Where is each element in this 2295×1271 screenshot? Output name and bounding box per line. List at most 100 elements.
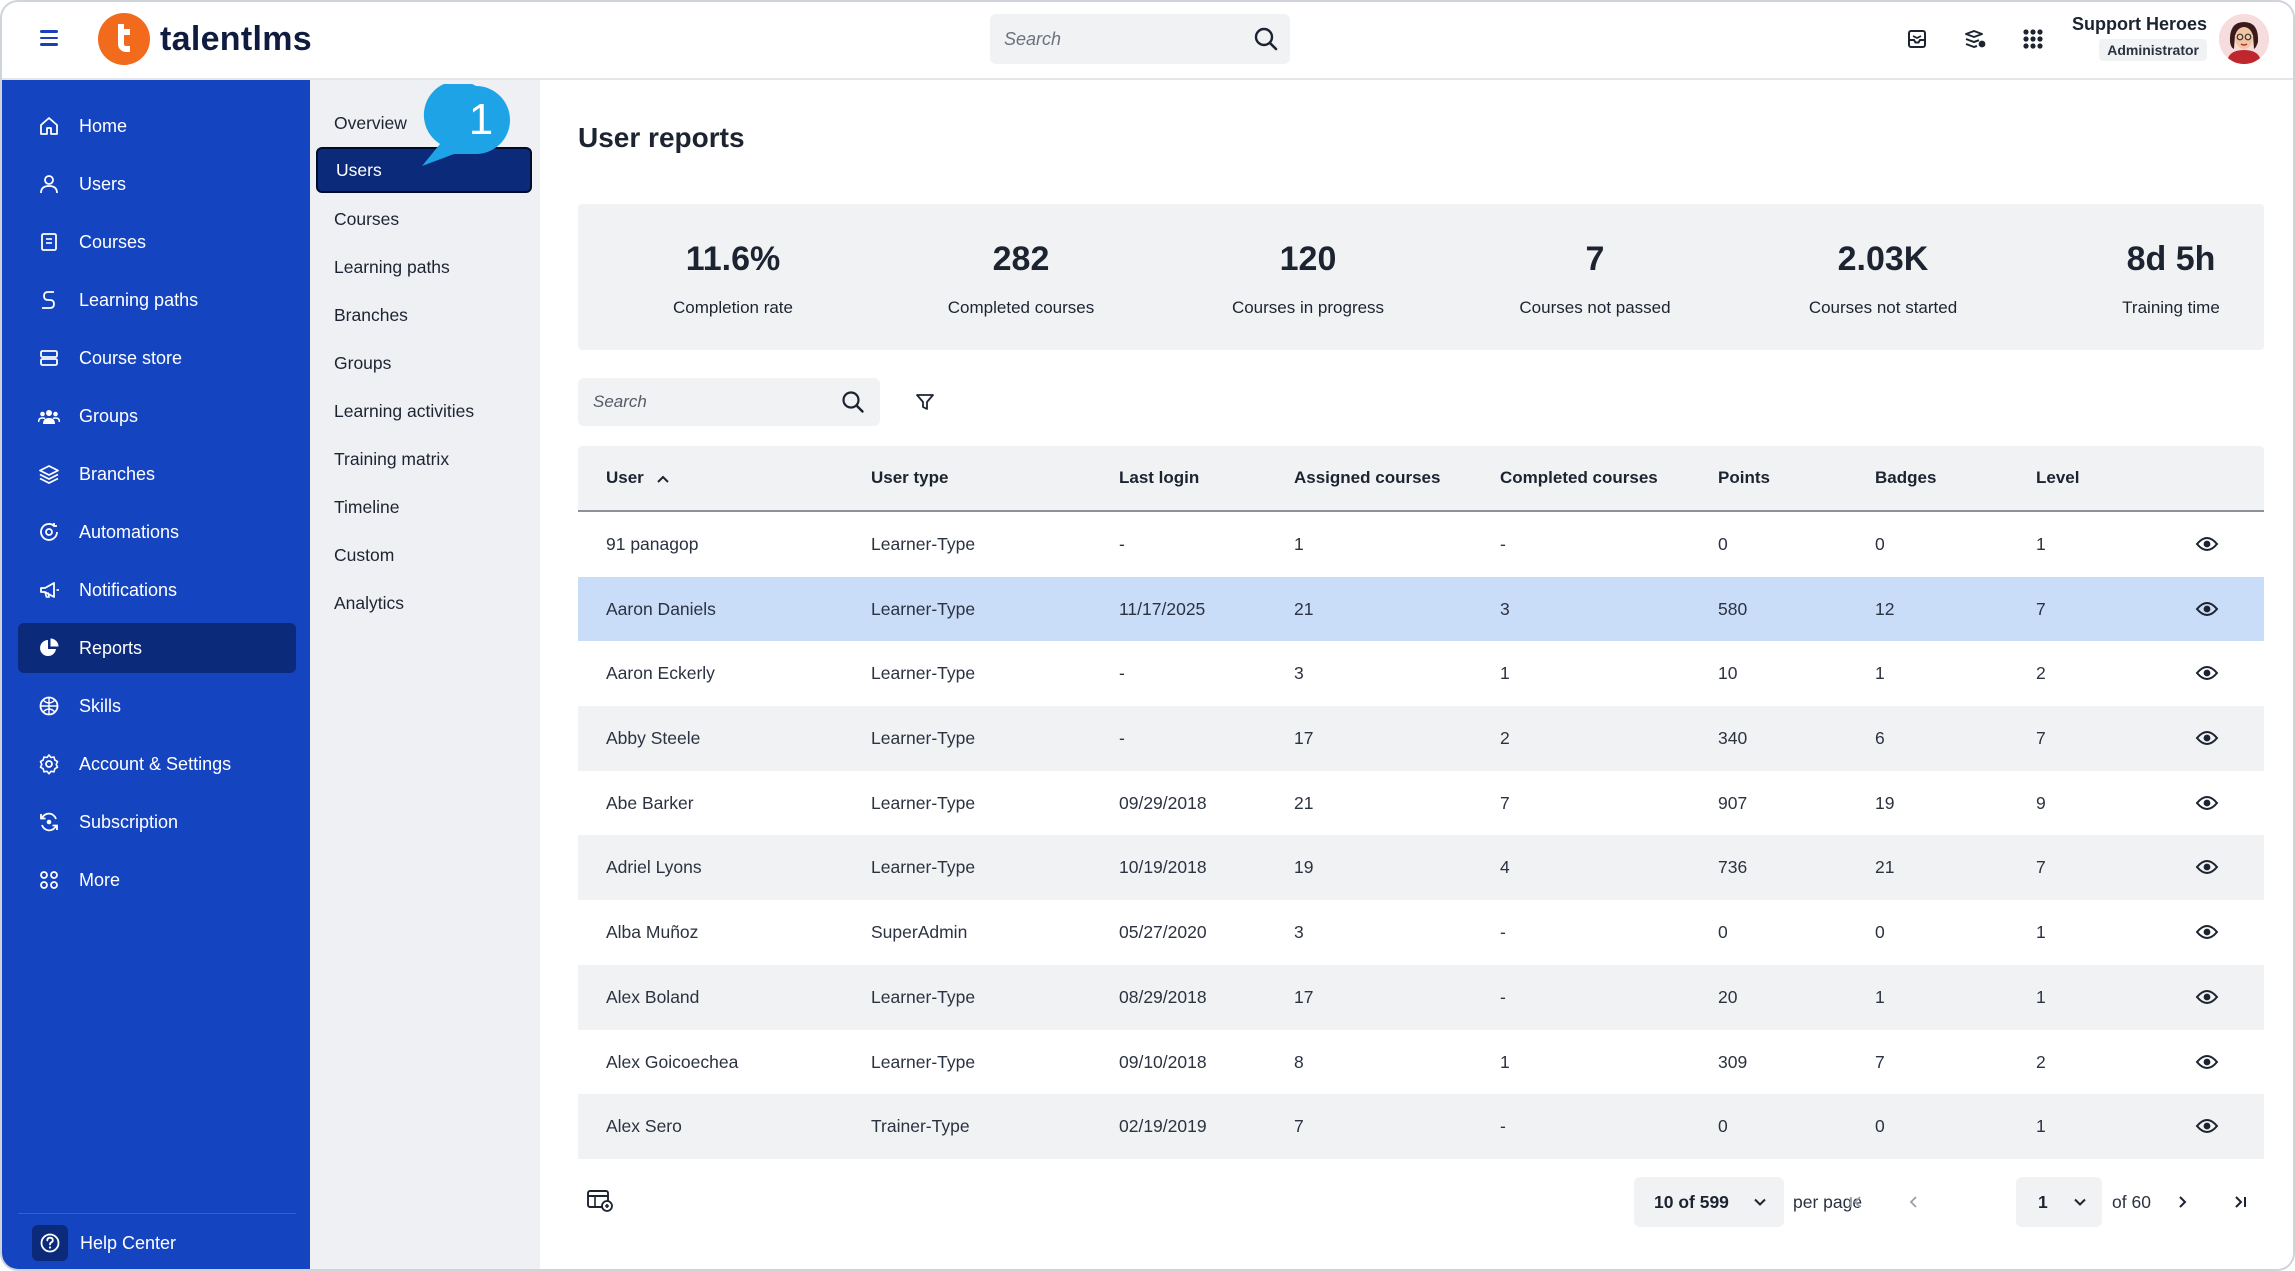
cell-user[interactable]: Alex Boland <box>606 987 699 1008</box>
subnav-item-learning-activities[interactable]: Learning activities <box>316 388 532 434</box>
subnav-item-training-matrix[interactable]: Training matrix <box>316 436 532 482</box>
talentlms-logo[interactable]: talentlms <box>98 11 312 67</box>
messages-icon[interactable] <box>1960 24 1990 54</box>
logo-text: talentlms <box>160 19 312 58</box>
sidebar-item-home[interactable]: Home <box>18 101 296 151</box>
cell-assigned-courses: 17 <box>1294 986 1314 1007</box>
view-eye-icon[interactable] <box>2195 597 2219 621</box>
cell-user[interactable]: 91 panagop <box>606 534 698 555</box>
cell-badges: 12 <box>1875 598 1895 619</box>
table-export-icon <box>587 1190 613 1212</box>
sidebar-item-groups[interactable]: Groups <box>18 391 296 441</box>
sidebar-item-label: Users <box>79 173 127 194</box>
page-number-select[interactable]: 1 <box>2016 1177 2102 1227</box>
cell-user[interactable]: Alba Muñoz <box>606 922 698 943</box>
search-icon[interactable] <box>840 389 866 415</box>
cell-user[interactable]: Abe Barker <box>606 793 694 814</box>
column-header-last-login[interactable]: Last login <box>1119 468 1199 488</box>
table-search-input[interactable] <box>578 378 828 426</box>
subnav-item-analytics[interactable]: Analytics <box>316 580 532 626</box>
export-table-button[interactable] <box>586 1188 616 1218</box>
view-eye-icon[interactable] <box>2195 920 2219 944</box>
cell-badges: 0 <box>1875 1116 1885 1137</box>
subnav-item-label: Analytics <box>334 592 405 613</box>
sidebar-item-learning-paths[interactable]: Learning paths <box>18 275 296 325</box>
table-row[interactable]: Alex Goicoechea Learner-Type 09/10/2018 8 1 3… <box>578 1030 2264 1095</box>
table-row[interactable]: Alex Sero Trainer-Type 02/19/2019 7 - 0 0 1 <box>578 1094 2264 1159</box>
stat-courses-in-progress: 120 Courses in progress <box>1168 204 1448 350</box>
view-eye-icon[interactable] <box>2195 661 2219 685</box>
view-eye-icon[interactable] <box>2195 532 2219 556</box>
hamburger-menu-icon[interactable] <box>38 26 64 52</box>
subnav-item-groups[interactable]: Groups <box>316 340 532 386</box>
view-eye-icon[interactable] <box>2195 1050 2219 1074</box>
sidebar-item-courses[interactable]: Courses <box>18 217 296 267</box>
sidebar-item-notifications[interactable]: Notifications <box>18 565 296 615</box>
next-page-button[interactable] <box>2166 1186 2198 1218</box>
table-row[interactable]: Aaron Eckerly Learner-Type - 3 1 10 1 2 <box>578 641 2264 706</box>
view-eye-icon[interactable] <box>2195 985 2219 1009</box>
column-header-badges[interactable]: Badges <box>1875 468 1936 488</box>
sidebar-item-branches[interactable]: Branches <box>18 449 296 499</box>
cell-user[interactable]: Adriel Lyons <box>606 857 702 878</box>
column-header-user[interactable]: User <box>606 468 670 488</box>
avatar[interactable] <box>2219 14 2269 64</box>
view-eye-icon[interactable] <box>2195 1114 2219 1138</box>
help-center-link[interactable]: Help Center <box>18 1213 296 1269</box>
cell-level: 2 <box>2036 1051 2046 1072</box>
cell-user[interactable]: Abby Steele <box>606 728 700 749</box>
subnav-item-timeline[interactable]: Timeline <box>316 484 532 530</box>
sidebar-item-automations[interactable]: Automations <box>18 507 296 557</box>
sidebar-item-course-store[interactable]: Course store <box>18 333 296 383</box>
sidebar-item-account-settings[interactable]: Account & Settings <box>18 739 296 789</box>
subnav-item-branches[interactable]: Branches <box>316 292 532 338</box>
sidebar-item-users[interactable]: Users <box>18 159 296 209</box>
cell-user[interactable]: Aaron Daniels <box>606 599 716 620</box>
stat-completed-courses: 282 Completed courses <box>881 204 1161 350</box>
sidebar-item-skills[interactable]: Skills <box>18 681 296 731</box>
cell-user-type: Learner-Type <box>871 728 976 749</box>
sidebar-item-reports[interactable]: Reports <box>18 623 296 673</box>
previous-page-button[interactable] <box>1898 1186 1930 1218</box>
cell-user[interactable]: Alex Sero <box>606 1116 682 1137</box>
table-row[interactable]: Abe Barker Learner-Type 09/29/2018 21 7 907 19… <box>578 771 2264 836</box>
table-row[interactable]: Alex Boland Learner-Type 08/29/2018 17 - 20 1 1 <box>578 964 2264 1030</box>
cell-completed-courses: - <box>1500 986 1506 1007</box>
column-header-assigned-courses[interactable]: Assigned courses <box>1294 468 1440 488</box>
first-page-button[interactable] <box>1840 1186 1872 1218</box>
filter-button[interactable] <box>910 387 940 417</box>
cell-points: 580 <box>1718 598 1748 619</box>
table-row[interactable]: Alba Muñoz SuperAdmin 05/27/2020 3 - 0 0 1 <box>578 900 2264 965</box>
subnav-item-courses[interactable]: Courses <box>316 196 532 242</box>
view-eye-icon[interactable] <box>2195 726 2219 750</box>
cell-points: 0 <box>1718 922 1728 943</box>
table-row[interactable]: Abby Steele Learner-Type - 17 2 340 6 7 <box>578 706 2264 771</box>
column-header-level[interactable]: Level <box>2036 468 2079 488</box>
sidebar-item-more[interactable]: More <box>18 855 296 905</box>
cell-user[interactable]: Aaron Eckerly <box>606 663 715 684</box>
cell-user-type: Learner-Type <box>871 663 976 684</box>
cell-user[interactable]: Alex Goicoechea <box>606 1052 738 1073</box>
user-menu[interactable]: Support Heroes Administrator <box>2072 14 2207 61</box>
table-row[interactable]: Adriel Lyons Learner-Type 10/19/2018 19 4 736… <box>578 835 2264 901</box>
last-page-button[interactable] <box>2224 1186 2256 1218</box>
view-eye-icon[interactable] <box>2195 855 2219 879</box>
per-page-select[interactable]: 10 of 599 <box>1634 1177 1784 1227</box>
global-search-input[interactable] <box>990 14 1240 64</box>
table-body: 91 panagop Learner-Type - 1 - 0 0 1 Aaron Daniel… <box>578 512 2264 1159</box>
apps-grid-icon[interactable] <box>2018 24 2048 54</box>
inbox-icon[interactable] <box>1902 24 1932 54</box>
subnav-item-custom[interactable]: Custom <box>316 532 532 578</box>
column-header-points[interactable]: Points <box>1718 468 1770 488</box>
view-eye-icon[interactable] <box>2195 791 2219 815</box>
table-row[interactable]: Aaron Daniels Learner-Type 11/17/2025 21 3 58… <box>578 576 2264 642</box>
sidebar-item-subscription[interactable]: Subscription <box>18 797 296 847</box>
path-icon <box>42 291 55 309</box>
search-icon[interactable] <box>1252 25 1280 53</box>
column-header-user-type[interactable]: User type <box>871 468 948 488</box>
column-header-completed-courses[interactable]: Completed courses <box>1500 468 1658 488</box>
step-callout-number: 1 <box>469 95 493 144</box>
stat-label: Completed courses <box>947 298 1095 317</box>
table-row[interactable]: 91 panagop Learner-Type - 1 - 0 0 1 <box>578 512 2264 577</box>
subnav-item-learning-paths[interactable]: Learning paths <box>316 244 532 290</box>
